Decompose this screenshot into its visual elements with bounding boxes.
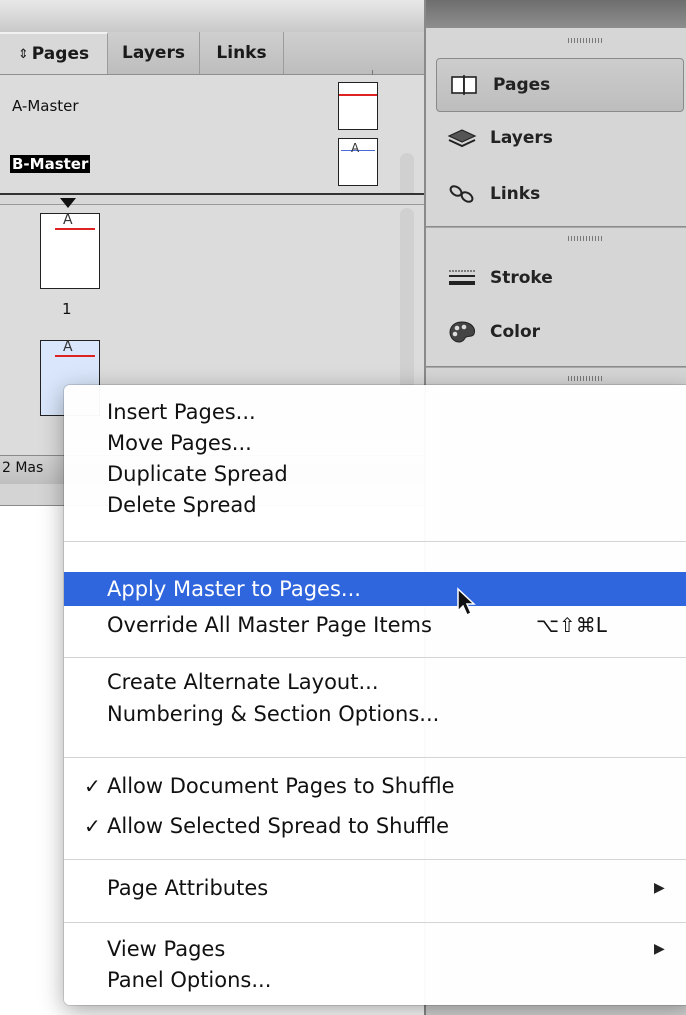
menu-separator xyxy=(64,541,686,542)
dock-group-pages: Pages Layers Links xyxy=(426,28,686,227)
dock-item-label: Links xyxy=(490,184,541,204)
masters-section: A-Master B-Master A xyxy=(0,75,424,265)
applied-master-letter: A xyxy=(63,339,73,355)
menu-separator xyxy=(64,922,686,923)
master-a-thumbnail[interactable] xyxy=(338,82,378,130)
applied-master-letter: A xyxy=(63,212,73,228)
dock-item-label: Stroke xyxy=(490,268,553,288)
master-guide-line xyxy=(339,94,377,96)
menu-item-label: Duplicate Spread xyxy=(107,462,288,486)
menu-separator xyxy=(64,859,686,860)
submenu-arrow-icon: ▶ xyxy=(654,880,665,896)
menu-item-insert-pages[interactable]: Insert Pages... xyxy=(64,397,686,427)
dock-item-pages[interactable]: Pages xyxy=(436,58,684,112)
page-number-label: 1 xyxy=(62,300,72,318)
page-1-thumbnail[interactable]: A xyxy=(40,212,100,289)
menu-item-panel-options[interactable]: Panel Options... xyxy=(64,965,686,995)
layers-icon xyxy=(440,126,484,150)
menu-item-label: Numbering & Section Options... xyxy=(107,702,440,726)
menu-item-label: Apply Master to Pages... xyxy=(107,577,361,601)
tab-layers[interactable]: Layers xyxy=(108,32,200,74)
mouse-pointer-icon xyxy=(456,587,478,621)
drag-grip[interactable] xyxy=(568,376,602,381)
panel-title-bar[interactable] xyxy=(0,0,424,32)
dock-item-color[interactable]: Color xyxy=(434,306,686,358)
menu-item-duplicate-spread[interactable]: Duplicate Spread xyxy=(64,459,686,489)
applied-master-letter: A xyxy=(351,141,360,155)
menu-item-create-alternate-layout[interactable]: Create Alternate Layout... xyxy=(64,667,686,697)
menu-item-apply-master[interactable]: Apply Master to Pages... xyxy=(64,572,686,606)
menu-item-label: Delete Spread xyxy=(107,493,257,517)
tab-links-label: Links xyxy=(216,43,267,63)
dock-item-stroke[interactable]: Stroke xyxy=(434,252,686,304)
menu-item-view-pages[interactable]: View Pages ▶ xyxy=(64,934,686,964)
menu-item-override-master-items[interactable]: Override All Master Page Items ⌥⇧⌘L xyxy=(64,610,686,640)
keyboard-shortcut: ⌥⇧⌘L xyxy=(536,613,607,637)
spread-indicator-icon xyxy=(60,198,76,208)
status-text: 2 Mas xyxy=(2,460,44,476)
menu-item-numbering-section[interactable]: Numbering & Section Options... xyxy=(64,699,686,729)
master-b-label[interactable]: B-Master xyxy=(10,155,91,173)
menu-item-allow-spread-shuffle[interactable]: ✓ Allow Selected Spread to Shuffle xyxy=(64,811,686,841)
menu-item-label: Allow Document Pages to Shuffle xyxy=(107,774,455,798)
pages-icon xyxy=(443,74,487,96)
menu-item-label: Page Attributes xyxy=(107,876,269,900)
menu-item-label: Override All Master Page Items xyxy=(107,613,432,637)
dock-item-layers[interactable]: Layers xyxy=(434,112,686,164)
menu-item-label: Allow Selected Spread to Shuffle xyxy=(107,814,449,838)
tab-pages-label: Pages xyxy=(31,44,90,64)
sort-arrows-icon: ⇕ xyxy=(17,46,29,62)
menu-item-delete-spread[interactable]: Delete Spread xyxy=(64,490,686,520)
tab-links[interactable]: Links xyxy=(200,32,284,74)
menu-item-page-attributes[interactable]: Page Attributes ▶ xyxy=(64,873,686,903)
menu-item-label: Insert Pages... xyxy=(107,400,256,424)
dock-group-stroke-color: Stroke Color xyxy=(426,228,686,367)
screen: ⇕ Pages Layers Links ▸▸ ▾≡ A-Master B-Ma… xyxy=(0,0,686,1015)
submenu-arrow-icon: ▶ xyxy=(654,941,665,957)
master-guide-line xyxy=(55,228,95,230)
dock-item-label: Pages xyxy=(493,75,551,95)
tab-layers-label: Layers xyxy=(122,43,185,63)
menu-separator xyxy=(64,657,686,658)
tab-pages[interactable]: ⇕ Pages xyxy=(0,32,108,74)
pages-panel-context-menu: Insert Pages... Move Pages... Duplicate … xyxy=(64,385,686,1005)
dock-item-label: Color xyxy=(490,322,541,342)
menu-item-allow-document-shuffle[interactable]: ✓ Allow Document Pages to Shuffle xyxy=(64,771,686,801)
drag-grip[interactable] xyxy=(568,38,602,43)
menu-item-move-pages[interactable]: Move Pages... xyxy=(64,428,686,458)
links-icon xyxy=(440,182,484,206)
menu-item-label: Move Pages... xyxy=(107,431,252,455)
master-guide-line xyxy=(55,355,95,357)
dock-item-links[interactable]: Links xyxy=(434,168,686,220)
checkmark-icon: ✓ xyxy=(84,814,101,838)
stroke-icon xyxy=(440,267,484,289)
master-a-label[interactable]: A-Master xyxy=(12,97,79,115)
dock-title-bar[interactable] xyxy=(426,0,686,28)
dock-item-label: Layers xyxy=(490,128,553,148)
drag-grip[interactable] xyxy=(568,236,602,241)
menu-item-label: Panel Options... xyxy=(107,968,272,992)
menu-separator xyxy=(64,757,686,758)
panel-tab-row: ⇕ Pages Layers Links ▸▸ ▾≡ xyxy=(0,32,424,90)
master-b-thumbnail[interactable]: A xyxy=(338,138,378,186)
menu-item-label: View Pages xyxy=(107,937,226,961)
color-palette-icon xyxy=(440,320,484,344)
checkmark-icon: ✓ xyxy=(84,774,101,798)
menu-item-label: Create Alternate Layout... xyxy=(107,670,379,694)
